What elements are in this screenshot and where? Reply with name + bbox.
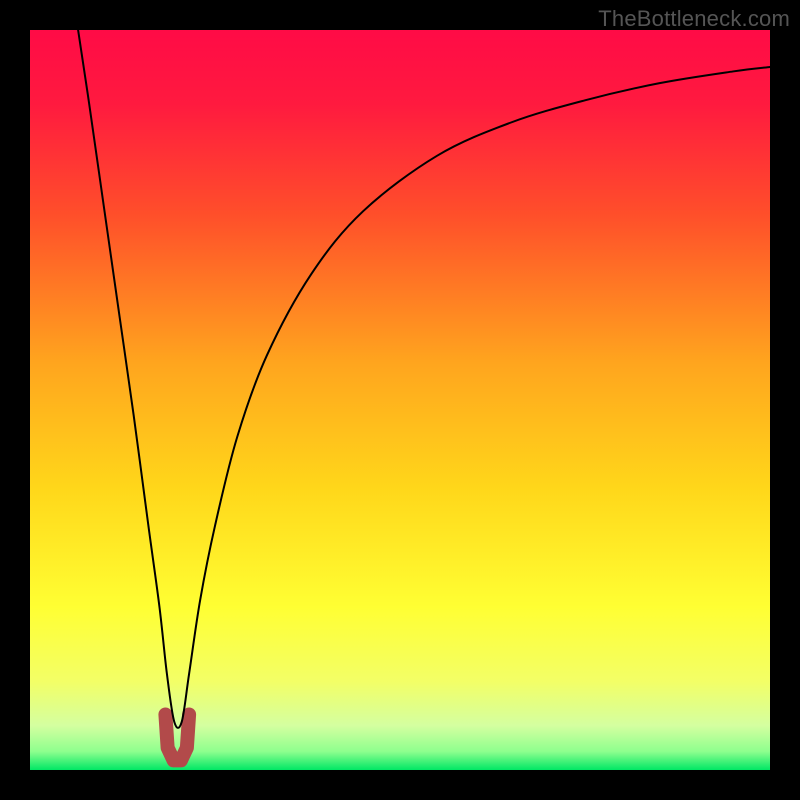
plot-area — [30, 30, 770, 770]
chart-frame: TheBottleneck.com — [0, 0, 800, 800]
gradient-background — [30, 30, 770, 770]
chart-svg — [30, 30, 770, 770]
watermark-text: TheBottleneck.com — [598, 6, 790, 32]
